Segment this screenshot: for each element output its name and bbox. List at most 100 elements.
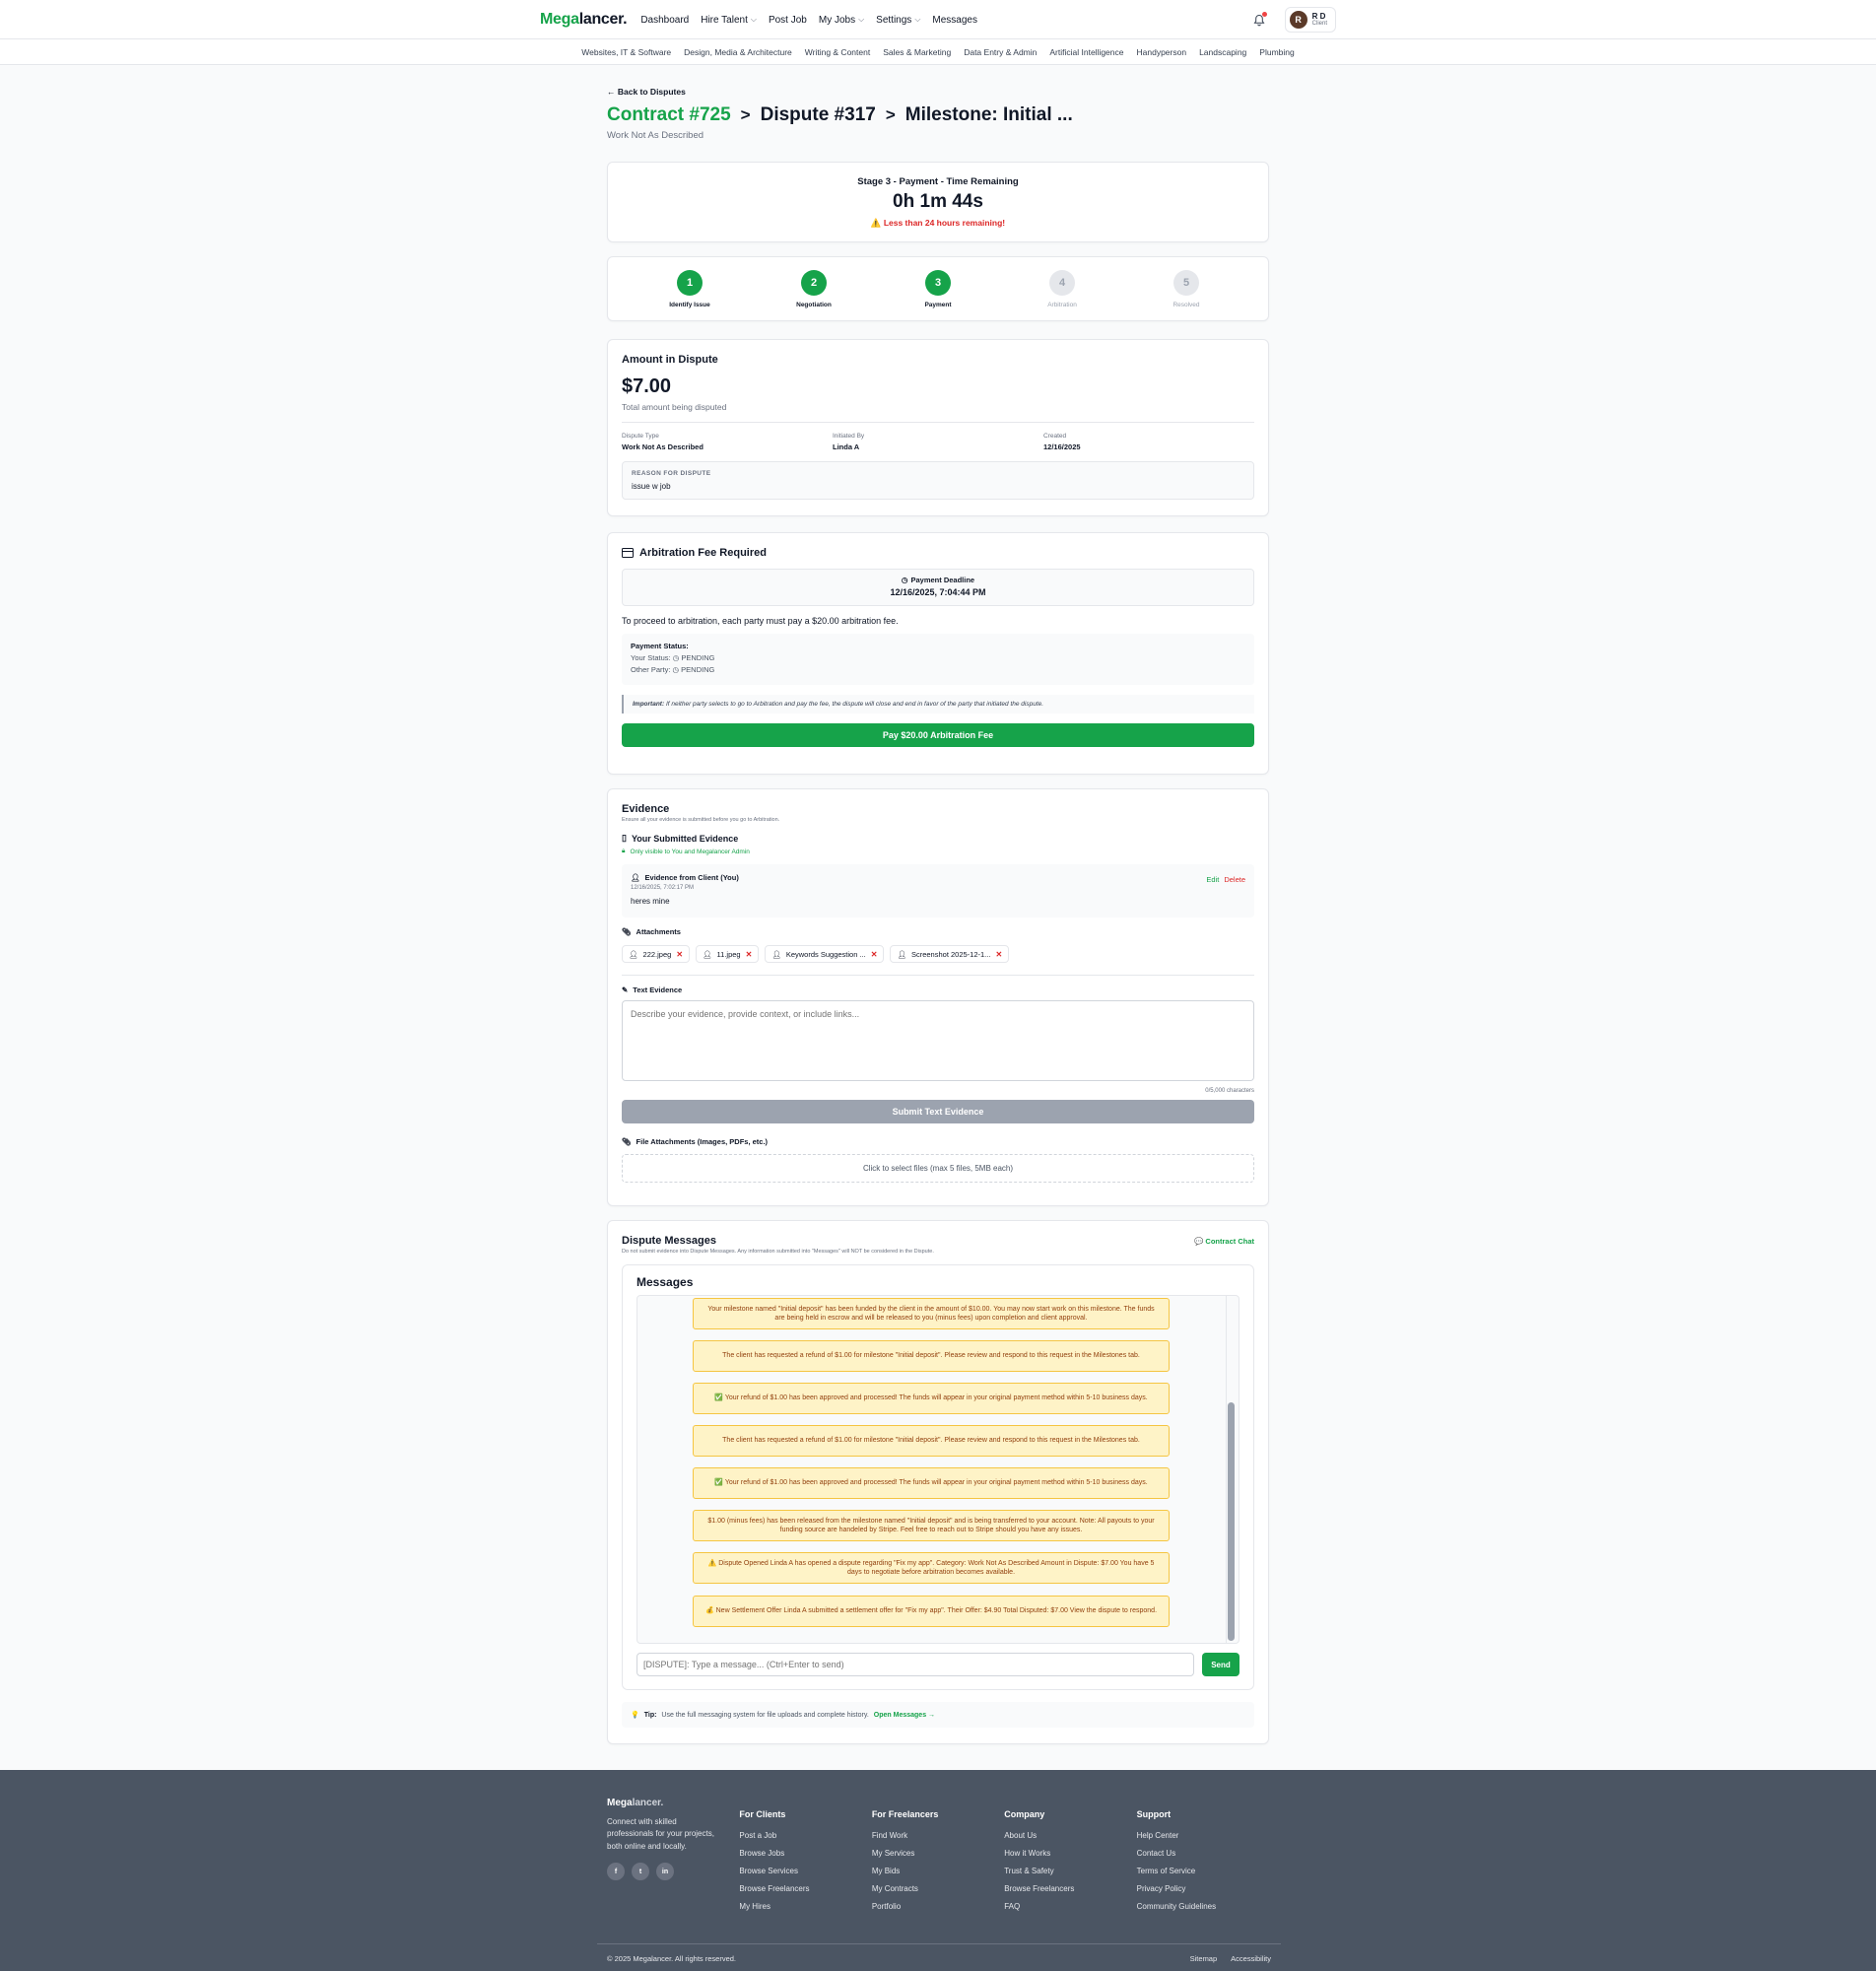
category-link[interactable]: Landscaping (1199, 47, 1246, 57)
nav-messages[interactable]: Messages (932, 15, 977, 26)
footer-link[interactable]: Browse Freelancers (1004, 1884, 1136, 1893)
twitter-icon[interactable]: t (632, 1863, 649, 1881)
nav-hire-talent[interactable]: Hire Talent ⌵ (701, 15, 757, 26)
remove-attachment-icon[interactable]: ✕ (995, 950, 1002, 959)
footer-link[interactable]: Browse Services (739, 1867, 871, 1875)
visibility-note: 🔒︎ Only visible to You and Megalancer Adm… (622, 848, 750, 855)
pay-arbitration-fee-button[interactable]: Pay $20.00 Arbitration Fee (622, 723, 1254, 747)
remove-attachment-icon[interactable]: ✕ (871, 950, 878, 959)
footer-col-support: Support Help Center Contact Us Terms of … (1137, 1798, 1269, 1911)
attachment-chip[interactable]: 👤︎ Keywords Suggestion ... ✕ (765, 945, 885, 963)
facebook-icon[interactable]: f (607, 1863, 625, 1881)
send-button[interactable]: Send (1202, 1653, 1240, 1676)
amount-value: $7.00 (622, 375, 672, 397)
user-role: Client (1311, 21, 1327, 27)
nav-my-jobs[interactable]: My Jobs ⌵ (819, 15, 864, 26)
footer-link[interactable]: About Us (1004, 1831, 1136, 1840)
breadcrumb-contract[interactable]: Contract #725 (607, 104, 731, 126)
attachments-list: 👤︎ 222.jpeg ✕ 👤︎ 11.jpeg ✕ 👤︎ Keywords Sugges… (622, 945, 1254, 963)
footer-link[interactable]: Post a Job (739, 1831, 871, 1840)
clock-icon: ◷ (672, 653, 680, 662)
sitemap-link[interactable]: Sitemap (1190, 1954, 1218, 1963)
footer-link[interactable]: How it Works (1004, 1849, 1136, 1858)
footer-link[interactable]: Terms of Service (1137, 1867, 1269, 1875)
category-bar: Websites, IT & Software Design, Media & … (0, 39, 1876, 65)
category-link[interactable]: Design, Media & Architecture (684, 47, 792, 57)
footer-link[interactable]: Portfolio (872, 1902, 1004, 1911)
footer-link[interactable]: Community Guidelines (1137, 1902, 1269, 1911)
messages-title: Dispute Messages (622, 1235, 716, 1247)
chevron-down-icon: ⌵ (750, 15, 757, 24)
messages-scroll-area[interactable]: Your milestone named "Initial deposit" h… (636, 1295, 1240, 1644)
footer-link[interactable]: My Hires (739, 1902, 871, 1911)
breadcrumb-dispute: Dispute #317 (760, 104, 876, 125)
nav-dashboard[interactable]: Dashboard (640, 15, 689, 26)
message-input[interactable] (636, 1653, 1194, 1676)
footer-link[interactable]: Contact Us (1137, 1849, 1269, 1858)
timer-card: Stage 3 - Payment - Time Remaining 0h 1m… (607, 162, 1269, 242)
notification-bell-icon[interactable] (1251, 12, 1267, 28)
page-subtitle: Work Not As Described (607, 130, 704, 141)
created-date: Created 12/16/2025 (1043, 433, 1081, 451)
step-resolved: 5 Resolved (1142, 270, 1231, 308)
accessibility-link[interactable]: Accessibility (1231, 1954, 1271, 1963)
breadcrumb: Contract #725 > Dispute #317 > Milestone… (607, 104, 1269, 126)
messages-panel: Messages Your milestone named "Initial d… (622, 1264, 1254, 1690)
category-link[interactable]: Writing & Content (805, 47, 870, 57)
linkedin-icon[interactable]: in (656, 1863, 674, 1881)
payment-status: Payment Status: Your Status: ◷ PENDING O… (622, 634, 1254, 685)
open-messages-link[interactable]: Open Messages → (874, 1712, 935, 1719)
evidence-item: 👤︎ Evidence from Client (You) 12/16/2025,… (622, 864, 1254, 918)
top-nav: Megalancer. Dashboard Hire Talent ⌵ Post … (0, 0, 1876, 39)
footer-logo[interactable]: Megalancer. (607, 1798, 739, 1808)
file-dropzone[interactable]: Click to select files (max 5 files, 5MB … (622, 1154, 1254, 1183)
category-link[interactable]: Websites, IT & Software (581, 47, 671, 57)
nav-post-job[interactable]: Post Job (769, 15, 807, 26)
edit-evidence-button[interactable]: Edit (1206, 875, 1219, 884)
footer-link[interactable]: Browse Jobs (739, 1849, 871, 1858)
footer-link[interactable]: My Services (872, 1849, 1004, 1858)
attachment-chip[interactable]: 👤︎ 222.jpeg ✕ (622, 945, 691, 963)
back-to-disputes-link[interactable]: ← Back to Disputes (607, 87, 686, 97)
attachments-title: 📎︎ Attachments (622, 927, 681, 936)
remove-attachment-icon[interactable]: ✕ (746, 950, 753, 959)
footer-link[interactable]: Browse Freelancers (739, 1884, 871, 1893)
footer-description: Connect with skilled professionals for y… (607, 1817, 714, 1851)
nav-settings[interactable]: Settings ⌵ (876, 15, 920, 26)
submit-text-evidence-button[interactable]: Submit Text Evidence (622, 1100, 1254, 1123)
category-link[interactable]: Plumbing (1259, 47, 1294, 57)
footer-link[interactable]: Find Work (872, 1831, 1004, 1840)
footer-link[interactable]: FAQ (1004, 1902, 1136, 1911)
progress-stepper: 1 Identify Issue 2 Negotiation 3 Payment 4A… (607, 256, 1269, 321)
footer-link[interactable]: Trust & Safety (1004, 1867, 1136, 1875)
timer-warning: ⚠️ Less than 24 hours remaining! (870, 218, 1006, 228)
user-icon: 👤︎ (629, 949, 638, 959)
evidence-card: Evidence Ensure all your evidence is sub… (607, 788, 1269, 1206)
lightbulb-icon: 💡 (631, 1712, 639, 1719)
category-link[interactable]: Data Entry & Admin (964, 47, 1037, 57)
messages-note: Do not submit evidence into Dispute Mess… (622, 1249, 934, 1255)
attachment-chip[interactable]: 👤︎ Screenshot 2025-12-1... ✕ (890, 945, 1010, 963)
footer-link[interactable]: My Bids (872, 1867, 1004, 1875)
user-menu[interactable]: R R D Client (1284, 7, 1336, 33)
clipboard-icon: ▯ (622, 833, 627, 843)
remove-attachment-icon[interactable]: ✕ (676, 950, 683, 959)
amount-title: Amount in Dispute (622, 354, 718, 366)
paperclip-icon: 📎︎ (622, 927, 632, 936)
category-link[interactable]: Handyperson (1137, 47, 1187, 57)
delete-evidence-button[interactable]: Delete (1224, 875, 1245, 884)
footer-link[interactable]: Privacy Policy (1137, 1884, 1269, 1893)
footer-link[interactable]: My Contracts (872, 1884, 1004, 1893)
text-evidence-input[interactable] (622, 1000, 1254, 1081)
contract-chat-link[interactable]: 💬 Contract Chat (1194, 1237, 1254, 1246)
step-arbitration: 4 Arbitration (1018, 270, 1106, 308)
footer-link[interactable]: Help Center (1137, 1831, 1269, 1840)
chevron-down-icon: ⌵ (858, 15, 865, 24)
fee-title: Arbitration Fee Required (622, 547, 1254, 559)
lock-icon: 🔒︎ (622, 848, 626, 854)
category-link[interactable]: Artificial Intelligence (1049, 47, 1123, 57)
scrollbar-thumb[interactable] (1228, 1402, 1235, 1641)
category-link[interactable]: Sales & Marketing (883, 47, 951, 57)
logo[interactable]: Megalancer. (540, 11, 628, 29)
attachment-chip[interactable]: 👤︎ 11.jpeg ✕ (696, 945, 760, 963)
